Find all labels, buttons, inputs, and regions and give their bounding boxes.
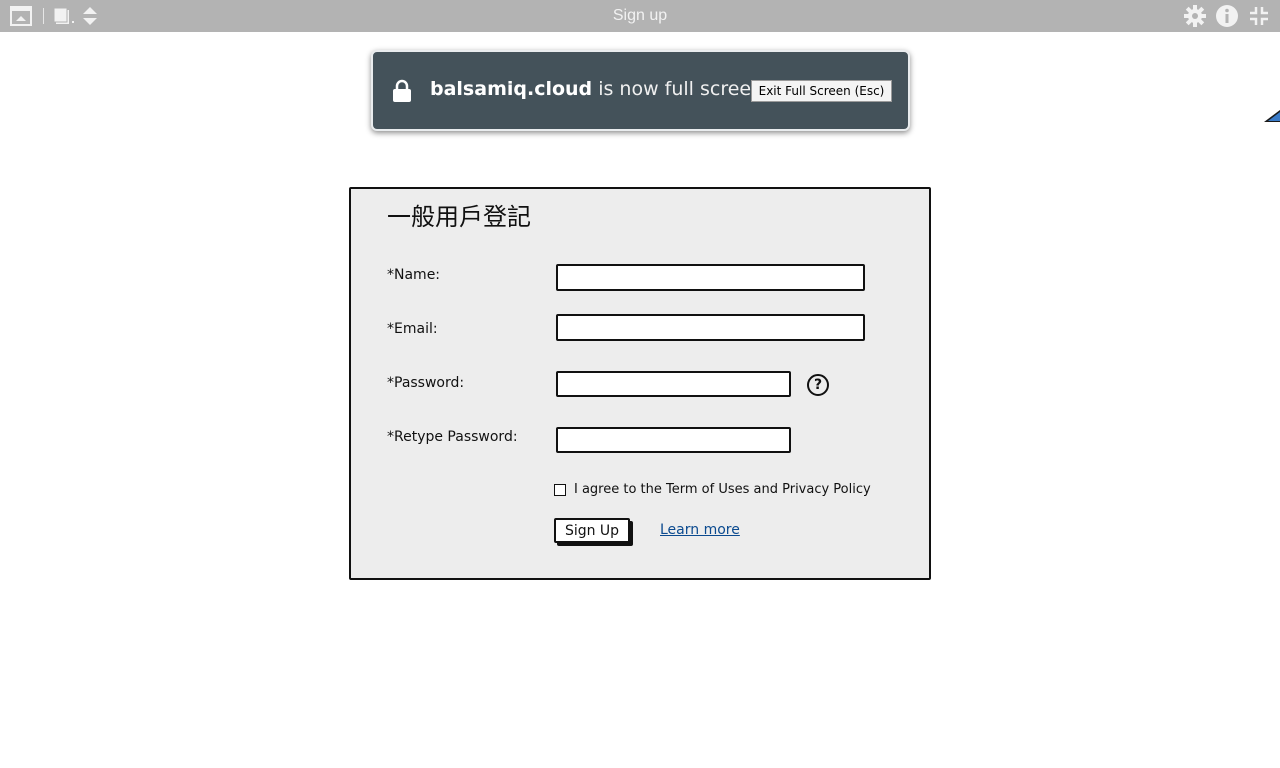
fullscreen-message: balsamiq.cloud is now full screen — [430, 78, 763, 100]
exit-fullscreen-icon[interactable] — [1246, 4, 1272, 28]
form-title: 一般用戶登記 — [387, 203, 531, 231]
agree-label: I agree to the Term of Uses and Privacy … — [574, 482, 871, 497]
gear-icon[interactable] — [1182, 4, 1208, 28]
name-input[interactable] — [556, 264, 865, 291]
password-input[interactable] — [556, 371, 791, 397]
top-toolbar: Sign up — [0, 0, 1280, 32]
fullscreen-notice: balsamiq.cloud is now full screen Exit F… — [371, 50, 910, 131]
exit-fullscreen-button[interactable]: Exit Full Screen (Esc) — [751, 80, 892, 102]
name-label: *Name: — [387, 267, 441, 283]
help-icon[interactable]: ? — [807, 374, 829, 396]
fullscreen-message-text: is now full screen — [598, 78, 764, 100]
learn-more-link[interactable]: Learn more — [660, 522, 740, 538]
email-input[interactable] — [556, 314, 865, 341]
info-icon[interactable] — [1214, 4, 1240, 28]
fullscreen-domain: balsamiq.cloud — [430, 78, 593, 100]
password-label: *Password: — [387, 375, 465, 391]
agree-row: I agree to the Term of Uses and Privacy … — [554, 482, 871, 497]
lock-icon — [392, 79, 412, 107]
signup-form-panel: 一般用戶登記 *Name: *Email: *Password: ? *Rety… — [349, 187, 931, 580]
agree-checkbox[interactable] — [554, 483, 566, 496]
email-label: *Email: — [387, 321, 438, 337]
cursor-arrow-icon — [1262, 108, 1280, 128]
retype-password-input[interactable] — [556, 427, 791, 453]
retype-password-label: *Retype Password: — [387, 429, 518, 445]
page-title: Sign up — [612, 7, 668, 24]
signup-button[interactable]: Sign Up — [554, 518, 630, 543]
